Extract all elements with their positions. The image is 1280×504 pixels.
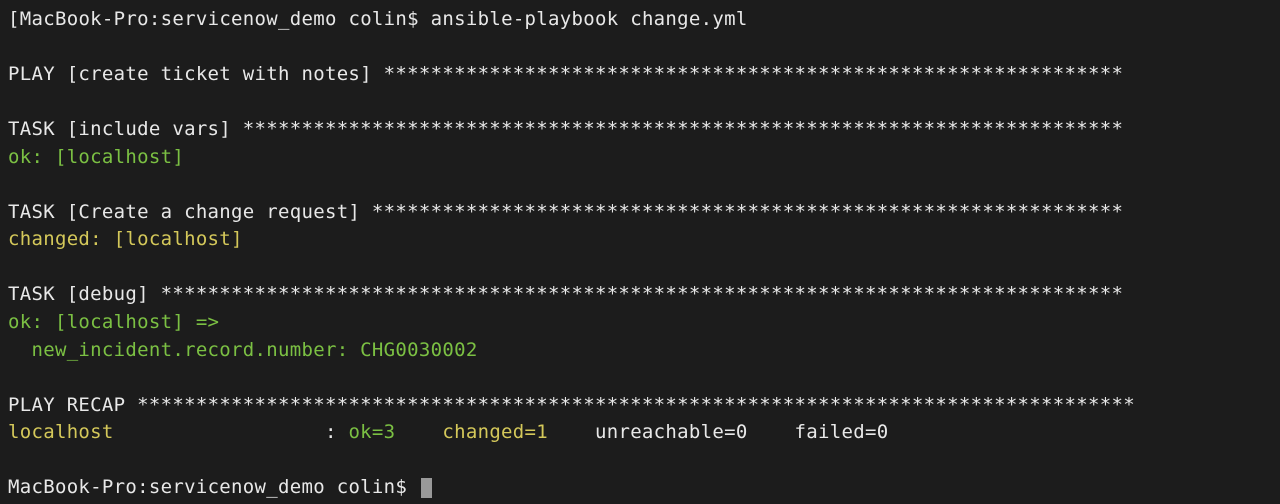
blank-line (8, 89, 1272, 117)
incident-number: new_incident.record.number: CHG0030002 (8, 339, 478, 361)
cursor-block (421, 478, 432, 498)
recap-stars: ****************************************… (137, 394, 1135, 416)
blank-line (8, 447, 1272, 475)
task-label: TASK [include vars] (8, 118, 243, 140)
recap-unreachable: unreachable=0 (583, 421, 783, 443)
ok-result: ok: [localhost] (8, 146, 184, 168)
task-stars: ****************************************… (372, 201, 1123, 223)
recap-host: localhost (8, 421, 325, 443)
prompt-user: colin$ (348, 8, 430, 30)
play-recap-header: PLAY RECAP *****************************… (8, 392, 1272, 420)
play-label: PLAY [create ticket with notes] (8, 63, 384, 85)
task-stars: ****************************************… (161, 283, 1124, 305)
prompt-host: MacBook-Pro: (20, 8, 161, 30)
task-create-change: TASK [Create a change request] *********… (8, 199, 1272, 227)
play-header: PLAY [create ticket with notes] ********… (8, 61, 1272, 89)
blank-line (8, 34, 1272, 62)
recap-ok: ok=3 (348, 421, 430, 443)
recap-label: PLAY RECAP (8, 394, 137, 416)
blank-line (8, 171, 1272, 199)
recap-colon: : (325, 421, 348, 443)
prompt-host: MacBook-Pro: (8, 476, 149, 498)
prompt-dir: servicenow_demo (149, 476, 337, 498)
recap-changed: changed=1 (431, 421, 584, 443)
recap-summary: localhost : ok=3 changed=1 unreachable=0… (8, 419, 1272, 447)
task-stars: ****************************************… (243, 118, 1123, 140)
debug-output-1: ok: [localhost] => (8, 309, 1272, 337)
blank-line (8, 254, 1272, 282)
task-result-changed: changed: [localhost] (8, 226, 1272, 254)
prompt-line-1: [MacBook-Pro:servicenow_demo colin$ ansi… (8, 6, 1272, 34)
task-debug: TASK [debug] ***************************… (8, 281, 1272, 309)
task-include-vars: TASK [include vars] ********************… (8, 116, 1272, 144)
task-label: TASK [Create a change request] (8, 201, 372, 223)
debug-output-2: new_incident.record.number: CHG0030002 (8, 337, 1272, 365)
prompt-user: colin$ (337, 476, 419, 498)
blank-line (8, 364, 1272, 392)
prompt-dir: servicenow_demo (161, 8, 349, 30)
prompt-line-2[interactable]: MacBook-Pro:servicenow_demo colin$ (8, 474, 1272, 502)
command-text: ansible-playbook change.yml (431, 8, 748, 30)
recap-failed: failed=0 (783, 421, 889, 443)
task-result-ok: ok: [localhost] (8, 144, 1272, 172)
changed-result: changed: [localhost] (8, 228, 243, 250)
prompt-bracket: [ (8, 8, 20, 30)
ok-result: ok: [localhost] => (8, 311, 219, 333)
task-label: TASK [debug] (8, 283, 161, 305)
play-stars: ****************************************… (384, 63, 1124, 85)
